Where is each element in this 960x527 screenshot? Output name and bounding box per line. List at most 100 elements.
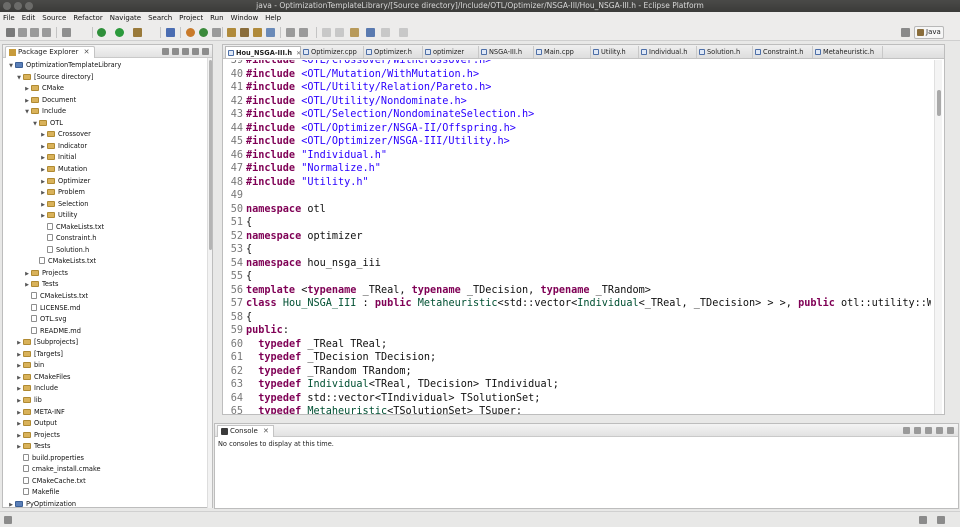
expanded-arrow-icon[interactable]: ▼ [15, 73, 23, 84]
new-folder-icon[interactable] [212, 28, 221, 37]
tab-console[interactable]: Console ✕ [217, 425, 274, 437]
tree-item[interactable]: ▶ bin [15, 360, 44, 371]
tree-item[interactable]: ▶ Mutation [39, 164, 87, 175]
last-edit-location-icon[interactable] [350, 28, 359, 37]
collapsed-arrow-icon[interactable]: ▶ [39, 153, 47, 164]
external-tools-icon[interactable] [133, 28, 142, 37]
editor-tab[interactable]: Main.cpp [534, 46, 591, 58]
annotation-icon[interactable] [253, 28, 262, 37]
tree-item[interactable]: ▶ Document [23, 95, 76, 106]
fast-view-icon[interactable] [4, 516, 12, 524]
tree-item[interactable]: build.properties [15, 453, 84, 464]
tree-item[interactable]: ▶ Tests [15, 441, 50, 452]
open-console-icon[interactable] [903, 427, 910, 434]
tree-item[interactable]: ▼ Include [23, 106, 66, 117]
collapsed-arrow-icon[interactable]: ▶ [15, 396, 23, 407]
open-perspective-icon[interactable] [901, 28, 910, 37]
collapsed-arrow-icon[interactable]: ▶ [39, 188, 47, 199]
new-class-icon[interactable] [186, 28, 195, 37]
tree-item[interactable]: ▶ Include [15, 383, 58, 394]
menu-navigate[interactable]: Navigate [110, 14, 141, 22]
expanded-arrow-icon[interactable]: ▼ [31, 119, 39, 130]
tree-item[interactable]: ▶ Utility [39, 210, 77, 221]
tree-item[interactable]: ▶ Tests [23, 279, 58, 290]
tree-item[interactable]: Makefile [15, 487, 59, 498]
menu-edit[interactable]: Edit [22, 14, 36, 22]
collapsed-arrow-icon[interactable]: ▶ [39, 165, 47, 176]
tree-item[interactable]: OTL.svg [23, 314, 67, 325]
expanded-arrow-icon[interactable]: ▼ [7, 61, 15, 72]
task-icon[interactable] [240, 28, 249, 37]
tree-item[interactable]: ▶ Selection [39, 199, 88, 210]
tree-item[interactable]: ▶ lib [15, 395, 42, 406]
link-with-editor-icon[interactable] [172, 48, 179, 55]
tree-item[interactable]: cmake_install.cmake [15, 464, 101, 475]
tree-item[interactable]: ▶ CMake [23, 83, 64, 94]
tree-item[interactable]: CMakeLists.txt [23, 291, 88, 302]
minimize-icon[interactable] [192, 48, 199, 55]
block-selection-icon[interactable] [299, 28, 308, 37]
build-icon[interactable] [62, 28, 71, 37]
collapsed-arrow-icon[interactable]: ▶ [15, 442, 23, 453]
menu-project[interactable]: Project [179, 14, 203, 22]
editor-tab[interactable]: Hou_NSGA-III.h ✕ [225, 46, 301, 58]
tab-package-explorer[interactable]: Package Explorer ✕ [5, 46, 95, 58]
expanded-arrow-icon[interactable]: ▼ [23, 107, 31, 118]
tree-item[interactable]: ▶ [Subprojects] [15, 337, 78, 348]
forward-dropdown-icon[interactable] [399, 28, 408, 37]
window-minimize-button[interactable] [14, 2, 22, 10]
tree-item[interactable]: ▶ Output [15, 418, 57, 429]
collapsed-arrow-icon[interactable]: ▶ [39, 142, 47, 153]
editor-tab[interactable]: Individual.h [639, 46, 697, 58]
tree-item[interactable]: ▼ OTL [31, 118, 63, 129]
toggle-mark-icon[interactable] [266, 28, 275, 37]
tree-item[interactable]: ▶ Indicator [39, 141, 87, 152]
editor-tab[interactable]: Metaheuristic.h [813, 46, 883, 58]
perspective-switcher-java[interactable]: Java [914, 26, 944, 39]
editor-tab[interactable]: Constraint.h [753, 46, 813, 58]
collapsed-arrow-icon[interactable]: ▶ [23, 269, 31, 280]
tree-item[interactable]: Solution.h [39, 245, 89, 256]
editor-tab[interactable]: Utility.h [591, 46, 639, 58]
menu-window[interactable]: Window [231, 14, 259, 22]
close-icon[interactable]: ✕ [84, 48, 90, 56]
new-icon[interactable] [6, 28, 15, 37]
notifications-icon[interactable] [937, 516, 945, 524]
tree-item[interactable]: Constraint.h [39, 233, 96, 244]
menu-run[interactable]: Run [210, 14, 223, 22]
collapsed-arrow-icon[interactable]: ▶ [39, 177, 47, 188]
collapsed-arrow-icon[interactable]: ▶ [23, 96, 31, 107]
editor-tab[interactable]: Optimizer.h [364, 46, 423, 58]
search-icon[interactable] [227, 28, 236, 37]
editor-tab[interactable]: optimizer [423, 46, 479, 58]
new-package-icon[interactable] [199, 28, 208, 37]
scrollbar-thumb[interactable] [937, 90, 941, 116]
code-editor[interactable]: 39 #include <OTL/Crossover/WithCrossover.… [223, 60, 931, 414]
collapsed-arrow-icon[interactable]: ▶ [39, 200, 47, 211]
collapsed-arrow-icon[interactable]: ▶ [7, 500, 15, 508]
collapsed-arrow-icon[interactable]: ▶ [15, 384, 23, 395]
package-tree-scrollbar[interactable] [207, 58, 212, 508]
menu-search[interactable]: Search [148, 14, 172, 22]
window-close-button[interactable] [3, 2, 11, 10]
scrollbar-thumb[interactable] [209, 60, 212, 250]
back-icon[interactable] [366, 28, 375, 37]
tree-item[interactable]: ▼ [Source directory] [15, 72, 93, 83]
tree-item[interactable]: ▶ [Targets] [15, 349, 63, 360]
collapsed-arrow-icon[interactable]: ▶ [39, 130, 47, 141]
tree-item[interactable]: LICENSE.md [23, 303, 80, 314]
collapsed-arrow-icon[interactable]: ▶ [15, 361, 23, 372]
editor-tab[interactable]: NSGA-III.h [479, 46, 534, 58]
collapsed-arrow-icon[interactable]: ▶ [15, 338, 23, 349]
minimize-icon[interactable] [936, 427, 943, 434]
menu-source[interactable]: Source [42, 14, 66, 22]
collapsed-arrow-icon[interactable]: ▶ [15, 431, 23, 442]
collapsed-arrow-icon[interactable]: ▶ [23, 280, 31, 291]
tree-item[interactable]: ▼ OptimizationTemplateLibrary [7, 60, 121, 71]
tree-item[interactable]: README.md [23, 326, 81, 337]
show-whitespace-icon[interactable] [286, 28, 295, 37]
open-type-icon[interactable] [166, 28, 175, 37]
tree-item[interactable]: ▶ Crossover [39, 129, 91, 140]
forward-icon[interactable] [381, 28, 390, 37]
menu-refactor[interactable]: Refactor [73, 14, 102, 22]
